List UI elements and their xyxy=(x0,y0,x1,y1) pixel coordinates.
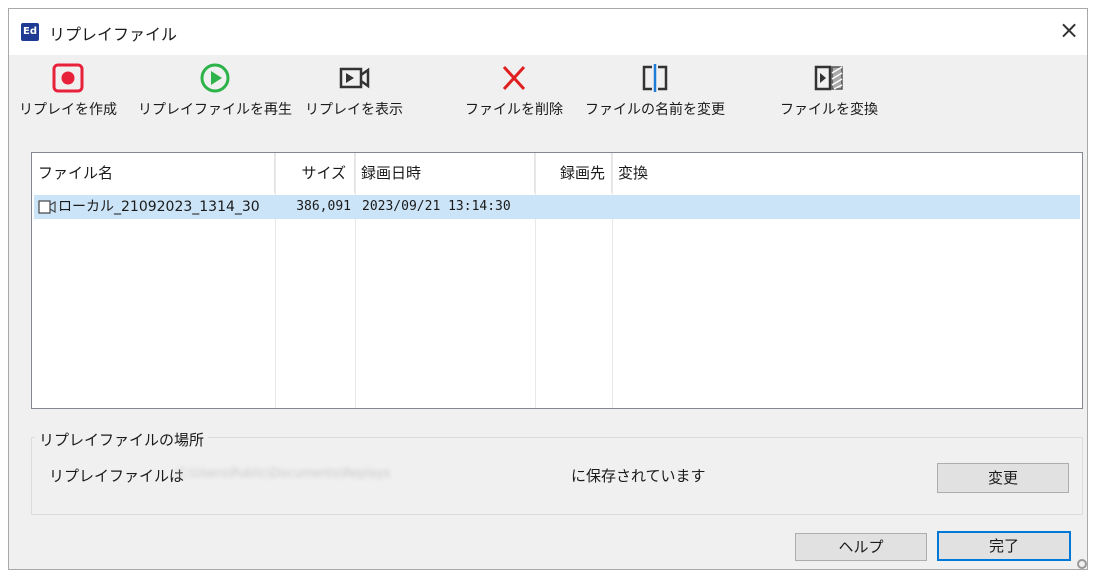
location-path: C:\Users\Public\Documents\Replays xyxy=(177,466,390,480)
column-header-size[interactable]: サイズ xyxy=(275,153,355,193)
location-prefix-text: リプレイファイルは xyxy=(49,467,185,485)
row-size: 386,091 xyxy=(296,199,351,214)
replay-file-dialog: Ed リプレイファイル × リプレイを作成 リプレイファイルを再生 リプレイを表… xyxy=(8,8,1088,570)
row-recorded-at: 2023/09/21 13:14:30 xyxy=(362,199,511,214)
create-replay-button[interactable]: リプレイを作成 xyxy=(9,63,127,119)
column-divider xyxy=(355,153,356,408)
play-replay-file-label: リプレイファイルを再生 xyxy=(138,102,292,118)
resize-grip-icon[interactable] xyxy=(1077,559,1087,569)
rename-file-button[interactable]: ファイルの名前を変更 xyxy=(577,63,733,119)
column-header-filename[interactable]: ファイル名 xyxy=(32,153,275,193)
change-location-button[interactable]: 変更 xyxy=(937,463,1069,493)
help-button[interactable]: ヘルプ xyxy=(795,533,927,561)
play-icon xyxy=(200,63,230,93)
column-divider xyxy=(535,153,536,408)
column-divider xyxy=(275,153,276,408)
convert-file-button[interactable]: ファイルを変換 xyxy=(777,63,881,119)
column-header-destination[interactable]: 録画先 xyxy=(535,153,612,193)
column-header-recorded-at[interactable]: 録画日時 xyxy=(355,153,535,193)
show-replay-button[interactable]: リプレイを表示 xyxy=(299,63,409,119)
play-replay-file-button[interactable]: リプレイファイルを再生 xyxy=(135,63,295,119)
rename-file-label: ファイルの名前を変更 xyxy=(585,102,725,118)
delete-x-icon xyxy=(502,65,526,91)
replay-location-legend: リプレイファイルの場所 xyxy=(35,429,209,450)
show-replay-label: リプレイを表示 xyxy=(305,102,403,118)
row-filename: ローカル_21092023_1314_30 xyxy=(58,199,260,215)
replay-file-list[interactable]: ファイル名 サイズ 録画日時 録画先 変換 ローカル_21092023_1314… xyxy=(31,152,1083,409)
app-icon: Ed xyxy=(21,23,39,41)
window-title: リプレイファイル xyxy=(49,25,178,44)
delete-file-label: ファイルを削除 xyxy=(465,102,563,118)
video-file-icon xyxy=(38,200,56,214)
create-replay-label: リプレイを作成 xyxy=(19,102,117,118)
toolbar: リプレイを作成 リプレイファイルを再生 リプレイを表示 ファイルを削除 ファイル… xyxy=(9,57,1087,149)
location-suffix-text: に保存されています xyxy=(571,467,706,485)
convert-icon xyxy=(814,65,843,91)
done-button[interactable]: 完了 xyxy=(937,531,1071,561)
convert-file-label: ファイルを変換 xyxy=(780,102,878,118)
delete-file-button[interactable]: ファイルを削除 xyxy=(459,63,569,119)
list-header: ファイル名 サイズ 録画日時 録画先 変換 xyxy=(32,153,1082,193)
record-icon xyxy=(52,63,84,93)
title-bar: Ed リプレイファイル × xyxy=(9,9,1087,55)
column-divider xyxy=(612,153,613,408)
close-button[interactable]: × xyxy=(1053,15,1085,47)
video-camera-icon xyxy=(339,67,370,89)
column-header-conversion[interactable]: 変換 xyxy=(612,153,1082,193)
table-row[interactable]: ローカル_21092023_1314_30 386,091 2023/09/21… xyxy=(34,195,1080,219)
rename-icon xyxy=(642,64,668,92)
